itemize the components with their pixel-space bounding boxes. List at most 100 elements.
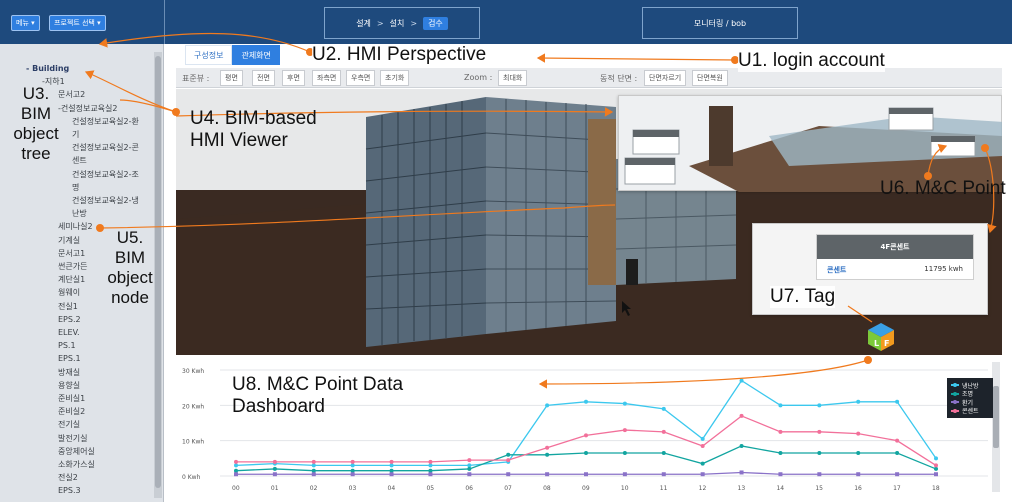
tree-node[interactable]: 준비실2 [58,407,85,417]
annotation-u3-object-tree: U3. BIM object tree [13,84,59,163]
view-left-button[interactable]: 좌측면 [312,70,342,86]
data-point [234,468,238,473]
tree-node[interactable]: - Building [26,64,69,74]
series-line-1 [235,445,937,472]
tree-node[interactable]: 문서고1 [58,249,85,259]
tree-node[interactable]: 용향실 [58,381,80,391]
chart-scrollbar-thumb[interactable] [993,386,999,448]
stair-core [709,106,733,166]
annotation-u5-object-node: U5. BIM object node [107,228,153,307]
menu-dropdown-button[interactable]: 메뉴 ▾ [11,15,40,31]
x-tick-label: 07 [504,485,512,492]
step-design[interactable]: 설계 [356,18,371,29]
tree-node[interactable]: 건설정보교육실2-환 [72,117,139,127]
tab-control-screen[interactable]: 관제화면 [232,45,280,65]
data-point [622,401,627,406]
mc-point-floor-inset[interactable] [618,95,1002,192]
tree-node[interactable]: 썬큰가든 [58,262,87,272]
data-point [622,428,627,433]
tree-node[interactable]: 소화가스실 [58,460,95,470]
data-point [467,472,472,477]
hmi-perspective-steps: 설계 > 설치 > 검수 [324,7,480,39]
data-point [467,463,472,468]
annotation-u4-hmi-viewer: U4. BIM-based HMI Viewer [190,108,317,151]
legend-swatch [951,383,959,388]
tree-node[interactable]: 센트 [72,156,87,166]
login-account-label[interactable]: 모니터링 / bob [642,7,798,39]
step-install[interactable]: 설치 [390,18,405,29]
zoom-maximize-button[interactable]: 최대화 [498,70,528,86]
leader-u1 [536,53,736,63]
section-restore-button[interactable]: 단면복원 [692,70,728,86]
lf-logo-letter-l: L [874,339,879,348]
tree-node[interactable]: 기 [72,130,79,140]
x-tick-label: 10 [621,485,629,492]
legend-swatch [951,408,959,413]
tree-node[interactable]: EPS.2 [58,315,81,325]
tree-node[interactable]: 건설정보교육실2-냉 [72,196,139,206]
tree-node[interactable]: 전실2 [58,473,78,483]
building-entrance [626,259,638,285]
data-point [934,463,938,468]
view-plan-button[interactable]: 평면 [220,70,243,86]
view-front-button[interactable]: 전면 [252,70,275,86]
view-back-button[interactable]: 후면 [282,70,305,86]
tree-node[interactable]: 전실1 [58,302,78,312]
tree-node[interactable]: 기계실 [58,236,80,246]
legend-item: 조명 [951,390,989,398]
step-separator: > [376,18,384,28]
project-select-dropdown[interactable]: 프로젝트 선택 ▾ [49,15,106,31]
data-point [467,458,472,463]
tree-node[interactable]: 계단실1 [58,275,85,285]
chart-scrollbar[interactable] [992,362,1000,492]
data-point [778,429,783,434]
tree-node[interactable]: 난방 [72,209,87,219]
data-point [895,438,900,443]
annotation-u8-dashboard: U8. M&C Point Data Dashboard [232,374,404,417]
tree-node[interactable]: 세미나실2 [58,222,93,232]
view-reset-button[interactable]: 초기화 [380,70,410,86]
x-tick-label: 17 [893,485,901,492]
data-point [661,451,666,456]
tree-node[interactable]: EPS.3 [58,486,81,496]
section-cut-button[interactable]: 단면자르기 [644,70,687,86]
tree-node[interactable]: 발전기실 [58,434,87,444]
data-point [856,399,861,404]
y-tick-label: 30 Kwh [182,368,204,375]
data-point [311,463,316,468]
x-tick-label: 05 [426,485,434,492]
x-tick-label: 04 [388,485,396,492]
tag-card-value: 11795 kwh [924,265,963,273]
topbar-divider [164,0,165,44]
annotation-u6-mc-point: U6. M&C Point [880,178,1006,199]
data-point [467,466,472,471]
tree-node[interactable]: ELEV. [58,328,80,338]
data-point [234,472,238,477]
tree-node[interactable]: 웜웨이 [58,288,80,298]
tree-node[interactable]: 준비실1 [58,394,85,404]
data-point [545,403,550,408]
tab-configuration-info[interactable]: 구성정보 [185,45,233,65]
tree-node[interactable]: 건설정보교육실2-조 [72,170,139,180]
mc-point-tag-card[interactable]: 4F콘센트 콘센트 11795 kwh [816,234,974,280]
data-point [817,472,822,477]
data-point [584,433,588,438]
tree-node[interactable]: 명 [72,183,79,193]
tree-node[interactable]: 중앙제어실 [58,447,95,457]
tree-node[interactable]: 건설정보교육실2-콘 [72,143,139,153]
data-point [739,470,744,475]
brown-panel-column [588,119,616,285]
step-inspection[interactable]: 검수 [423,16,448,30]
view-right-button[interactable]: 우측면 [346,70,376,86]
tree-node[interactable]: EPS.1 [58,354,81,364]
tree-node[interactable]: PS.1 [58,341,76,351]
data-point [817,403,822,408]
data-point [739,413,744,418]
data-point [389,463,394,468]
tree-node[interactable]: 방재실 [58,368,80,378]
zoom-label: Zoom : [464,73,493,82]
data-point [506,452,511,457]
data-point [895,399,900,404]
data-point [272,466,277,471]
tree-node[interactable]: 전기실 [58,420,80,430]
